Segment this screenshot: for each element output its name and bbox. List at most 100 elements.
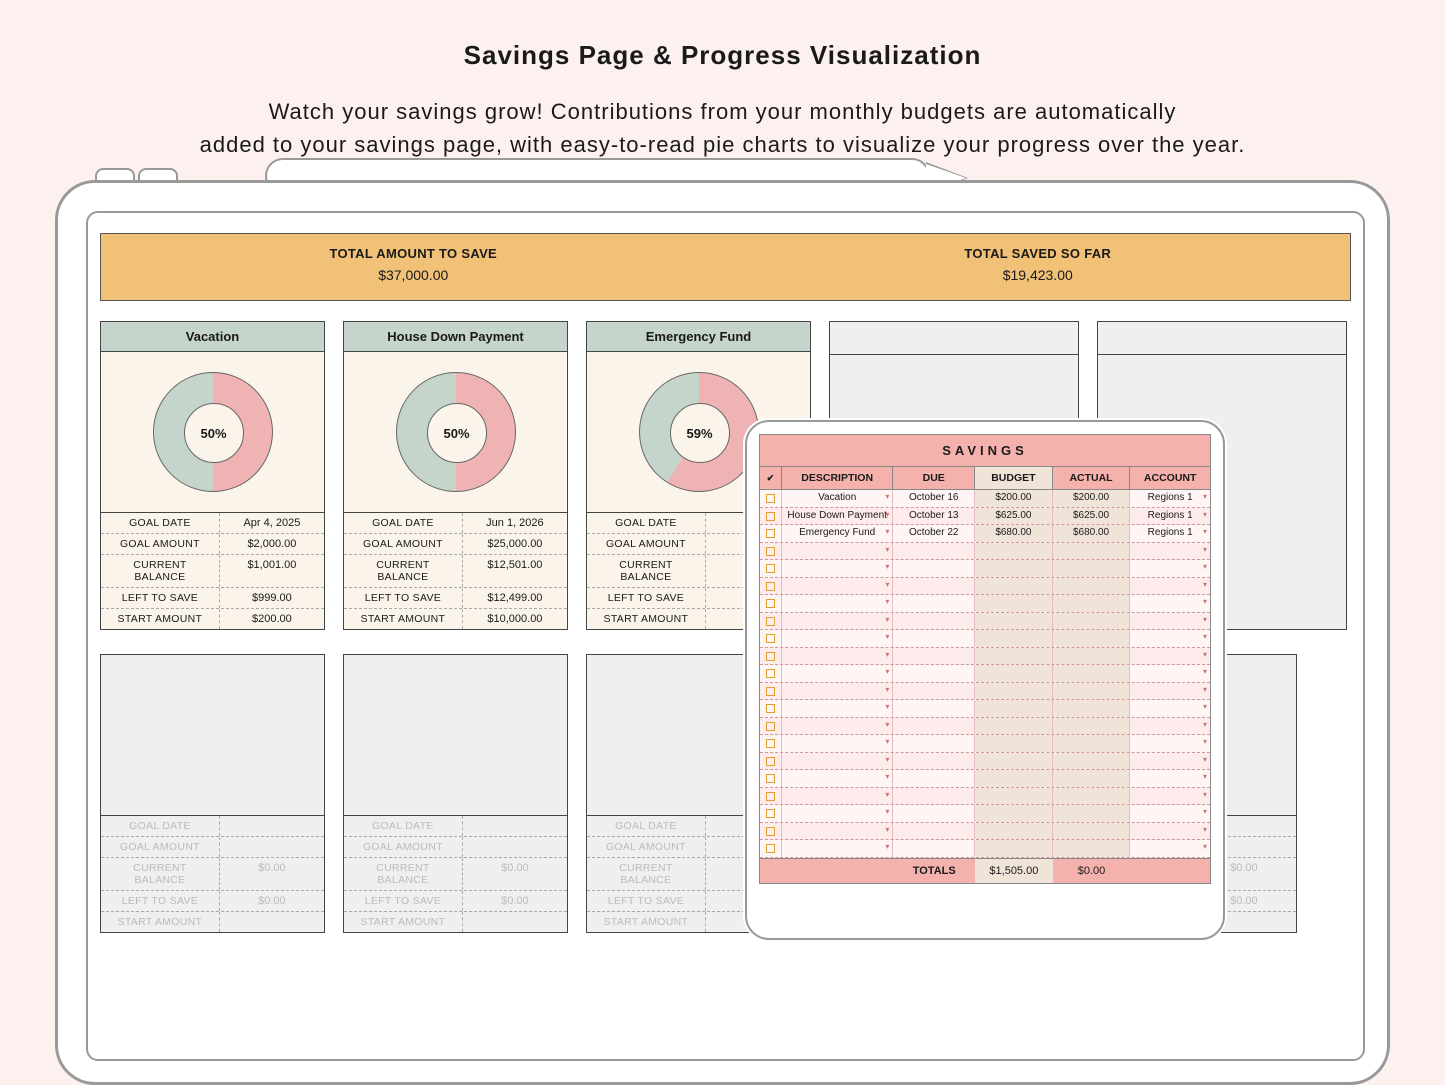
row-checkbox[interactable] (760, 700, 782, 717)
row-due[interactable] (893, 753, 975, 770)
row-account[interactable] (1130, 823, 1210, 840)
row-actual[interactable] (1053, 823, 1131, 840)
row-budget[interactable] (975, 648, 1053, 665)
row-due[interactable]: October 16 (893, 490, 975, 507)
row-actual[interactable] (1053, 683, 1131, 700)
row-description[interactable] (782, 665, 893, 682)
row-checkbox[interactable] (760, 770, 782, 787)
savings-row-empty[interactable] (760, 543, 1210, 561)
savings-row-empty[interactable] (760, 613, 1210, 631)
row-checkbox[interactable] (760, 560, 782, 577)
row-description[interactable] (782, 595, 893, 612)
row-description[interactable] (782, 613, 893, 630)
row-checkbox[interactable] (760, 613, 782, 630)
row-description[interactable] (782, 648, 893, 665)
row-budget[interactable] (975, 578, 1053, 595)
row-due[interactable] (893, 613, 975, 630)
row-checkbox[interactable] (760, 648, 782, 665)
header-check-icon[interactable] (760, 467, 782, 489)
row-due[interactable] (893, 805, 975, 822)
row-actual[interactable] (1053, 613, 1131, 630)
row-budget[interactable]: $625.00 (975, 508, 1053, 525)
row-actual[interactable] (1053, 805, 1131, 822)
row-due[interactable] (893, 560, 975, 577)
row-budget[interactable] (975, 770, 1053, 787)
row-checkbox[interactable] (760, 683, 782, 700)
row-budget[interactable] (975, 753, 1053, 770)
row-budget[interactable] (975, 718, 1053, 735)
row-description[interactable] (782, 683, 893, 700)
row-description[interactable] (782, 805, 893, 822)
row-description[interactable]: House Down Payment (782, 508, 893, 525)
row-actual[interactable] (1053, 735, 1131, 752)
row-account[interactable] (1130, 648, 1210, 665)
row-due[interactable] (893, 578, 975, 595)
row-account[interactable]: Regions 1 (1130, 525, 1210, 542)
row-budget[interactable] (975, 613, 1053, 630)
row-budget[interactable] (975, 840, 1053, 857)
row-description[interactable] (782, 735, 893, 752)
row-account[interactable] (1130, 630, 1210, 647)
row-account[interactable] (1130, 613, 1210, 630)
savings-row-empty[interactable] (760, 753, 1210, 771)
row-account[interactable] (1130, 788, 1210, 805)
row-description[interactable] (782, 840, 893, 857)
row-due[interactable] (893, 630, 975, 647)
row-description[interactable]: Emergency Fund (782, 525, 893, 542)
row-description[interactable]: Vacation (782, 490, 893, 507)
row-description[interactable] (782, 578, 893, 595)
row-due[interactable] (893, 543, 975, 560)
row-checkbox[interactable] (760, 630, 782, 647)
row-actual[interactable] (1053, 578, 1131, 595)
row-description[interactable] (782, 753, 893, 770)
row-actual[interactable] (1053, 840, 1131, 857)
row-due[interactable] (893, 665, 975, 682)
row-account[interactable] (1130, 805, 1210, 822)
row-checkbox[interactable] (760, 578, 782, 595)
row-due[interactable] (893, 595, 975, 612)
row-description[interactable] (782, 770, 893, 787)
savings-row-empty[interactable] (760, 770, 1210, 788)
row-due[interactable]: October 22 (893, 525, 975, 542)
row-account[interactable] (1130, 683, 1210, 700)
row-account[interactable] (1130, 700, 1210, 717)
row-actual[interactable] (1053, 543, 1131, 560)
row-budget[interactable] (975, 683, 1053, 700)
row-checkbox[interactable] (760, 525, 782, 542)
row-account[interactable] (1130, 770, 1210, 787)
row-actual[interactable] (1053, 595, 1131, 612)
row-checkbox[interactable] (760, 840, 782, 857)
savings-row-empty[interactable] (760, 665, 1210, 683)
row-checkbox[interactable] (760, 823, 782, 840)
header-actual[interactable]: ACTUAL (1053, 467, 1131, 489)
row-actual[interactable] (1053, 700, 1131, 717)
row-account[interactable] (1130, 595, 1210, 612)
row-actual[interactable] (1053, 665, 1131, 682)
row-budget[interactable] (975, 595, 1053, 612)
savings-row-empty[interactable] (760, 840, 1210, 858)
row-budget[interactable] (975, 665, 1053, 682)
row-account[interactable] (1130, 665, 1210, 682)
header-description[interactable]: DESCRIPTION (782, 467, 894, 489)
row-budget[interactable] (975, 700, 1053, 717)
savings-row[interactable]: VacationOctober 16$200.00$200.00Regions … (760, 490, 1210, 508)
row-due[interactable] (893, 788, 975, 805)
row-due[interactable] (893, 648, 975, 665)
row-account[interactable] (1130, 718, 1210, 735)
row-checkbox[interactable] (760, 788, 782, 805)
row-due[interactable] (893, 823, 975, 840)
savings-row-empty[interactable] (760, 683, 1210, 701)
row-account[interactable]: Regions 1 (1130, 490, 1210, 507)
row-description[interactable] (782, 560, 893, 577)
row-due[interactable]: October 13 (893, 508, 975, 525)
row-account[interactable] (1130, 578, 1210, 595)
row-budget[interactable] (975, 805, 1053, 822)
row-checkbox[interactable] (760, 665, 782, 682)
savings-row-empty[interactable] (760, 718, 1210, 736)
row-actual[interactable] (1053, 648, 1131, 665)
row-account[interactable] (1130, 543, 1210, 560)
header-due[interactable]: DUE (893, 467, 975, 489)
savings-row[interactable]: Emergency FundOctober 22$680.00$680.00Re… (760, 525, 1210, 543)
row-budget[interactable] (975, 735, 1053, 752)
row-checkbox[interactable] (760, 718, 782, 735)
